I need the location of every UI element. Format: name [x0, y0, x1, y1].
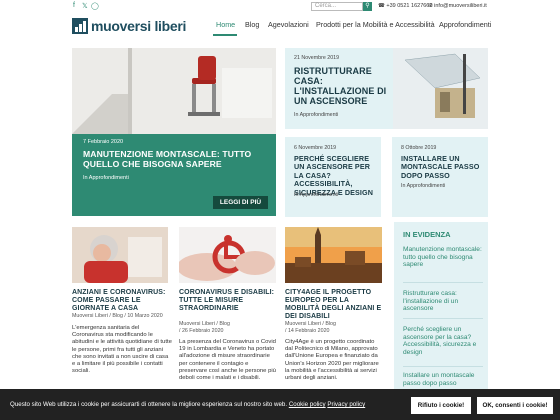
hero-category[interactable]: In Approfondimenti — [83, 175, 129, 181]
phone-text: +39 0521 1627662 — [386, 3, 433, 9]
city-sunset-photo — [285, 227, 382, 283]
card-1-excerpt: L'emergenza sanitaria del Coronavirus st… — [72, 325, 172, 375]
search-icon[interactable]: ⚲ — [363, 2, 372, 11]
cookie-banner: Questo sito Web utilizza i cookie per as… — [0, 389, 560, 420]
sidebar-in-evidenza: IN EVIDENZA Manutenzione montascale: tut… — [394, 222, 488, 390]
card-2-title[interactable]: CORONAVIRUS E DISABILI: TUTTE LE MISURE … — [179, 289, 277, 313]
featured-post-1-date: 21 Novembre 2019 — [294, 55, 340, 61]
email-address[interactable]: ✉ info@muoversiliberi.it — [428, 3, 487, 9]
cookie-message: Questo sito Web utilizza i cookie per as… — [10, 401, 288, 408]
sidebar-divider — [403, 366, 483, 367]
featured-post-3-category[interactable]: In Approfondimenti — [401, 183, 445, 189]
featured-post-1[interactable]: 21 Novembre 2019 RISTRUTTURARE CASA: L'I… — [285, 48, 488, 129]
sidebar-divider — [403, 282, 483, 283]
featured-post-2[interactable]: 6 Novembre 2019 PERCHÉ SCEGLIERE UN ASCE… — [285, 137, 381, 217]
featured-post-2-date: 6 Novembre 2019 — [294, 145, 337, 151]
card-3-title[interactable]: CITY4AGE IL PROGETTO EUROPEO PER LA MOBI… — [285, 289, 385, 321]
logo-text: muoversi liberi — [91, 18, 187, 34]
card-3-meta-author: Muoversi Liberi / Blog — [285, 321, 336, 327]
card-2-meta-author: Muoversi Liberi / Blog — [179, 321, 230, 327]
stairlift-chair-illustration — [72, 48, 276, 134]
card-2-excerpt: La presenza del Coronavirus o Covid 19 i… — [179, 339, 276, 382]
search-input[interactable]: Cerca... — [311, 2, 363, 11]
logo-mark — [72, 18, 88, 34]
nav-blog[interactable]: Blog — [245, 20, 259, 29]
hero-title[interactable]: MANUTENZIONE MONTASCALE: TUTTO QUELLO CH… — [83, 149, 273, 169]
nav-approfondimenti[interactable]: Approfondimenti — [439, 20, 491, 29]
hero-date: 7 Febbraio 2020 — [83, 139, 124, 145]
nav-active-indicator — [213, 34, 237, 36]
sidebar-item-2[interactable]: Ristrutturare casa: l'installazione di u… — [403, 290, 483, 313]
nav-prodotti[interactable]: Prodotti per la Mobilità e Accessibilità — [316, 20, 435, 29]
card-3-meta-date: / 14 Febbraio 2020 — [285, 327, 330, 334]
cookie-text: Questo sito Web utilizza i cookie per as… — [10, 401, 365, 408]
site-logo[interactable]: muoversi liberi — [72, 18, 186, 34]
card-2-meta: Muoversi Liberi / Blog/ 26 Febbraio 2020 — [179, 321, 277, 334]
card-1-image[interactable] — [72, 227, 168, 283]
wheelchair-symbol-photo — [179, 227, 276, 283]
featured-post-3-title[interactable]: INSTALLARE UN MONTASCALE PASSO DOPO PASS… — [401, 154, 483, 180]
featured-post-1-category[interactable]: In Approfondimenti — [294, 112, 338, 118]
card-3-meta: Muoversi Liberi / Blog/ 14 Febbraio 2020 — [285, 321, 383, 334]
sidebar-item-1[interactable]: Manutenzione montascale: tutto quello ch… — [403, 246, 483, 269]
card-2-meta-date: / 26 Febbraio 2020 — [179, 327, 224, 334]
card-1-title[interactable]: ANZIANI E CORONAVIRUS: COME PASSARE LE G… — [72, 289, 172, 313]
card-1-meta: Muoversi Liberi / Blog / 10 Marzo 2020 — [72, 313, 163, 319]
card-2-image[interactable] — [179, 227, 276, 283]
card-3-excerpt: City4Age è un progetto coordinato dal Po… — [285, 339, 379, 382]
sidebar-item-4[interactable]: Installare un montascale passo dopo pass… — [403, 372, 483, 387]
hero-image — [72, 48, 276, 134]
sidebar-divider — [403, 318, 483, 319]
hero-caption: 7 Febbraio 2020 MANUTENZIONE MONTASCALE:… — [72, 134, 276, 216]
hero-post[interactable]: 7 Febbraio 2020 MANUTENZIONE MONTASCALE:… — [72, 48, 276, 216]
elderly-woman-photo — [72, 227, 168, 283]
page: f 𝕏 ◯ Cerca... ⚲ ☎ +39 0521 1627662 ✉ in… — [0, 0, 560, 420]
featured-post-2-title[interactable]: PERCHÉ SCEGLIERE UN ASCENSORE PER LA CAS… — [294, 154, 378, 197]
featured-post-3-date: 8 Ottobre 2019 — [401, 145, 437, 151]
refuse-cookies-button[interactable]: Rifiuto i cookie! — [411, 397, 471, 414]
twitter-icon[interactable]: 𝕏 — [82, 2, 88, 10]
accept-cookies-button[interactable]: OK, consenti i cookie! — [477, 397, 553, 414]
nav-agevolazioni[interactable]: Agevolazioni — [268, 20, 309, 29]
phone-number[interactable]: ☎ +39 0521 1627662 — [378, 3, 432, 9]
instagram-icon[interactable]: ◯ — [91, 2, 99, 10]
card-3-image[interactable] — [285, 227, 382, 283]
sidebar-item-3[interactable]: Perché scegliere un ascensore per la cas… — [403, 326, 483, 357]
featured-post-3[interactable]: 8 Ottobre 2019 INSTALLARE UN MONTASCALE … — [392, 137, 488, 217]
featured-post-1-title[interactable]: RISTRUTTURARE CASA: L'INSTALLAZIONE DI U… — [294, 66, 390, 106]
top-bar: f 𝕏 ◯ Cerca... ⚲ ☎ +39 0521 1627662 ✉ in… — [0, 0, 560, 12]
sidebar-heading: IN EVIDENZA — [403, 230, 451, 239]
read-more-button[interactable]: LEGGI DI PIÙ — [213, 196, 268, 209]
privacy-policy-link[interactable]: Privacy policy — [327, 401, 365, 408]
email-text: info@muoversiliberi.it — [434, 3, 487, 9]
featured-post-2-category[interactable]: In Approfondimenti — [294, 192, 338, 198]
facebook-icon[interactable]: f — [73, 2, 75, 9]
cookie-policy-link[interactable]: Cookie policy — [289, 401, 326, 408]
nav-home[interactable]: Home — [216, 20, 235, 29]
